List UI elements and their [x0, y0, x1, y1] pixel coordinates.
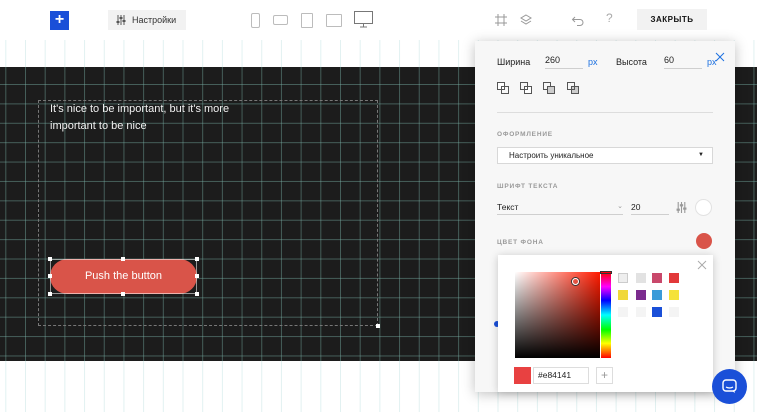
close-button[interactable]: ЗАКРЫТЬ	[637, 9, 707, 30]
hue-handle[interactable]	[600, 271, 612, 274]
resize-handle[interactable]	[121, 292, 125, 296]
font-size-input[interactable]: 20	[631, 199, 669, 215]
tablet-landscape-icon[interactable]	[326, 14, 342, 27]
bg-section-title: ЦВЕТ ФОНА	[497, 239, 544, 246]
undo-icon[interactable]	[571, 13, 585, 27]
resize-handle[interactable]	[195, 274, 199, 278]
saturation-area[interactable]	[515, 272, 600, 358]
add-swatch-button[interactable]: +	[596, 367, 613, 384]
color-swatch[interactable]	[669, 273, 679, 283]
selection-outline	[50, 259, 197, 294]
color-swatch[interactable]	[669, 290, 679, 300]
container-handle[interactable]	[376, 324, 380, 328]
font-section-title: ШРИФТ ТЕКСТА	[497, 183, 559, 190]
color-preview	[514, 367, 531, 384]
resize-handle[interactable]	[195, 257, 199, 261]
settings-label: Настройки	[132, 15, 177, 25]
close-icon[interactable]	[697, 260, 707, 270]
top-toolbar: + Настройки ? ЗАКРЫТЬ	[0, 0, 757, 40]
help-icon[interactable]: ?	[606, 11, 620, 25]
phone-landscape-icon[interactable]	[273, 15, 288, 25]
sliders-icon	[116, 15, 126, 25]
width-input[interactable]: 260	[545, 55, 583, 69]
add-block-button[interactable]: +	[50, 11, 69, 30]
color-swatch[interactable]	[652, 290, 662, 300]
hero-text[interactable]: It's nice to be important, but it's more…	[50, 101, 265, 135]
resize-handle[interactable]	[121, 257, 125, 261]
color-swatch[interactable]	[618, 307, 628, 317]
chevron-down-icon: ▼	[698, 152, 704, 158]
color-swatch[interactable]	[636, 307, 646, 317]
color-swatch[interactable]	[652, 307, 662, 317]
color-swatch[interactable]	[669, 307, 679, 317]
color-swatch[interactable]	[636, 273, 646, 283]
color-swatch[interactable]	[618, 273, 628, 283]
font-family-value: Текст	[497, 202, 519, 212]
height-unit[interactable]: px	[707, 57, 717, 67]
font-settings-icon[interactable]	[676, 202, 687, 213]
grid-icon[interactable]	[494, 13, 508, 27]
color-swatch[interactable]	[618, 290, 628, 300]
chat-button[interactable]	[712, 369, 747, 404]
resize-handle[interactable]	[48, 274, 52, 278]
desktop-icon[interactable]	[354, 11, 373, 28]
resize-handle[interactable]	[195, 292, 199, 296]
text-color-swatch[interactable]	[695, 199, 712, 216]
hue-slider[interactable]	[601, 272, 611, 358]
chat-icon	[722, 379, 737, 393]
style-section-title: ОФОРМЛЕНИЕ	[497, 131, 553, 138]
tablet-icon[interactable]	[301, 13, 313, 28]
align-backward-icon[interactable]	[543, 82, 555, 94]
divider	[497, 112, 713, 113]
align-forward-icon[interactable]	[520, 82, 532, 94]
resize-handle[interactable]	[48, 292, 52, 296]
bg-color-swatch[interactable]	[696, 233, 712, 249]
width-label: Ширина	[497, 57, 531, 67]
style-select[interactable]: Настроить уникальное ▼	[497, 147, 713, 164]
align-front-icon[interactable]	[497, 82, 509, 94]
chevron-down-icon: ⌄	[617, 203, 623, 210]
style-select-value: Настроить уникальное	[509, 151, 594, 160]
settings-button[interactable]: Настройки	[108, 10, 186, 30]
layers-icon[interactable]	[519, 13, 533, 27]
align-back-icon[interactable]	[567, 82, 579, 94]
hex-input[interactable]: #e84141	[533, 367, 589, 384]
height-label: Высота	[616, 57, 647, 67]
color-swatch[interactable]	[652, 273, 662, 283]
color-swatch[interactable]	[636, 290, 646, 300]
width-unit[interactable]: px	[588, 57, 598, 67]
height-input[interactable]: 60	[664, 55, 702, 69]
saturation-cursor[interactable]	[572, 278, 579, 285]
phone-icon[interactable]	[251, 13, 260, 28]
font-family-select[interactable]: Текст ⌄	[497, 199, 623, 215]
resize-handle[interactable]	[48, 257, 52, 261]
